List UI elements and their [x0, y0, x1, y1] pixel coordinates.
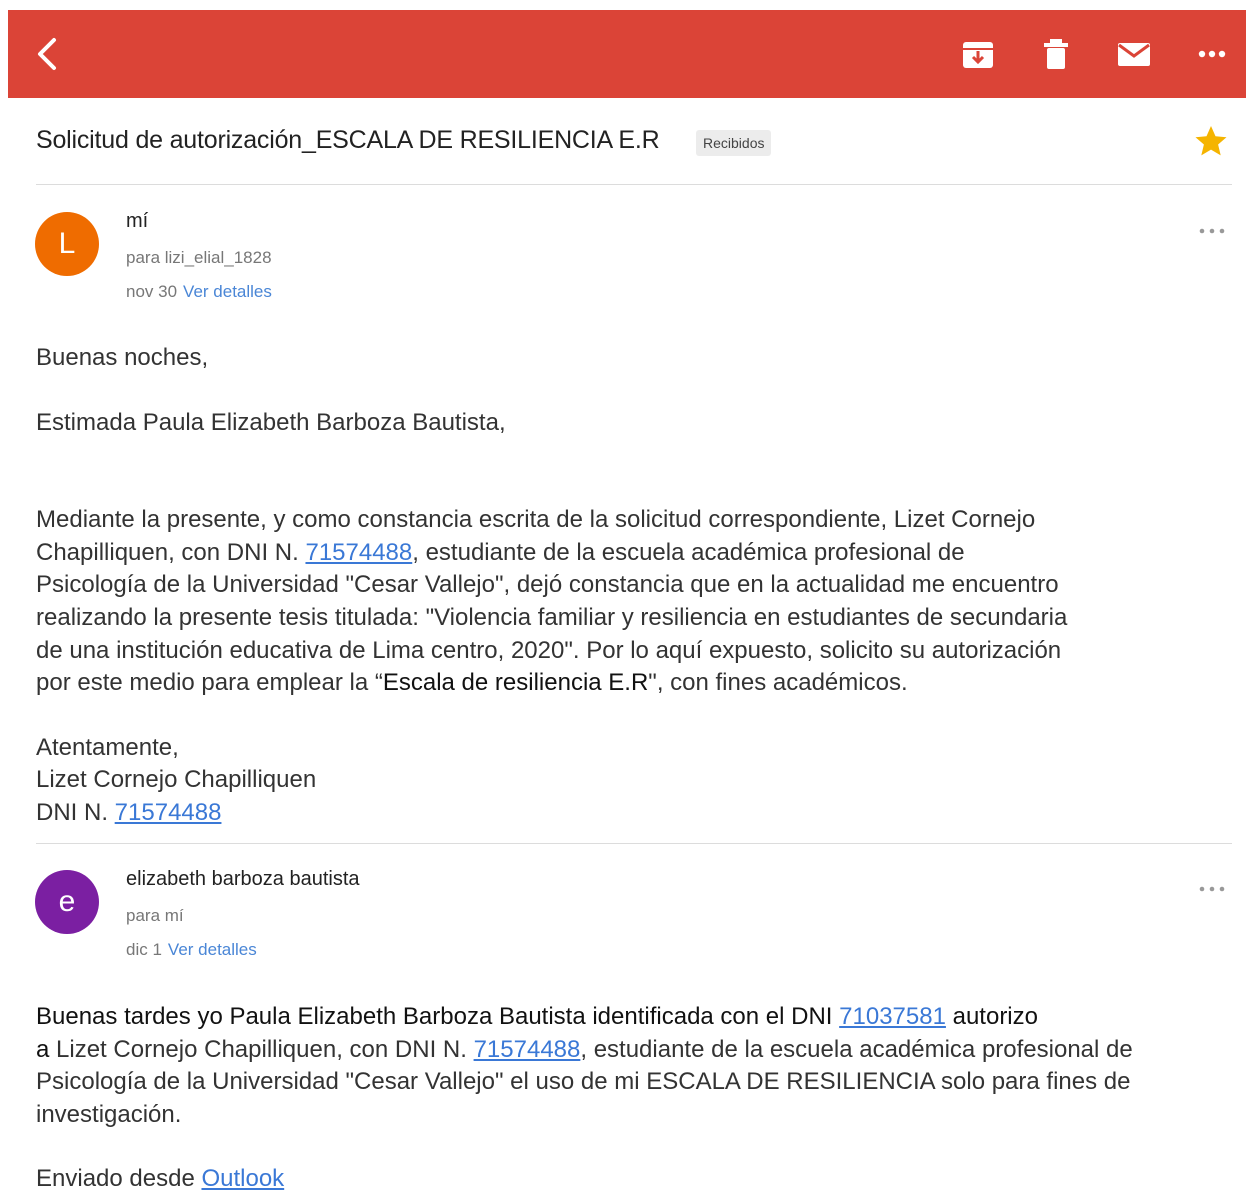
- back-arrow-icon[interactable]: [32, 36, 62, 72]
- more-horizontal-icon[interactable]: [1194, 36, 1230, 72]
- dni-phone-link[interactable]: 71037581: [839, 1003, 946, 1030]
- paragraph-line: realizando la presente tesis titulada: "…: [36, 603, 1068, 631]
- message-body: Buenas tardes yo Paula Elizabeth Barboza…: [36, 1001, 1133, 1196]
- avatar: e: [35, 870, 99, 934]
- recipient-line: para mí: [126, 906, 184, 925]
- avatar: L: [35, 212, 99, 276]
- mail-icon[interactable]: [1116, 36, 1152, 72]
- view-details-link[interactable]: Ver detalles: [168, 940, 257, 959]
- message-date-row: dic 1 Ver detalles: [126, 940, 257, 960]
- greeting: Buenas noches,: [36, 344, 209, 371]
- paragraph-line: por este medio para emplear la “Escala d…: [36, 669, 908, 697]
- sender-name: mí: [126, 210, 149, 232]
- trash-icon[interactable]: [1038, 36, 1074, 72]
- message-body: Buenas noches, Estimada Paula Elizabeth …: [36, 342, 1067, 830]
- email-subject: Solicitud de autorización_ESCALA DE RESI…: [36, 126, 660, 154]
- paragraph-line: Chapilliquen, con DNI N. 71574488, estud…: [36, 538, 965, 566]
- paragraph-line: Mediante la presente, y como constancia …: [36, 506, 1036, 534]
- paragraph-line: investigación.: [36, 1100, 182, 1128]
- divider: [36, 184, 1232, 185]
- subject-row: Solicitud de autorización_ESCALA DE RESI…: [36, 122, 1232, 166]
- signature-dni: DNI N. 71574488: [36, 798, 222, 826]
- sent-from-line: Enviado desde Outlook: [36, 1165, 285, 1193]
- paragraph-line: Buenas tardes yo Paula Elizabeth Barboza…: [36, 1003, 1038, 1030]
- paragraph-line: de una institución educativa de Lima cen…: [36, 636, 1062, 664]
- star-icon[interactable]: [1194, 124, 1228, 158]
- signature-name: Lizet Cornejo Chapilliquen: [36, 766, 317, 794]
- message-more-icon[interactable]: [1197, 882, 1227, 896]
- paragraph-line: a Lizet Cornejo Chapilliquen, con DNI N.…: [36, 1035, 1133, 1063]
- outlook-link[interactable]: Outlook: [201, 1165, 284, 1192]
- label-chip-inbox[interactable]: Recibidos: [696, 130, 772, 156]
- view-details-link[interactable]: Ver detalles: [183, 282, 272, 301]
- sender-name: elizabeth barboza bautista: [126, 868, 360, 890]
- message-date-row: nov 30 Ver detalles: [126, 282, 272, 302]
- dni-phone-link[interactable]: 71574488: [115, 799, 222, 826]
- dni-phone-link[interactable]: 71574488: [305, 539, 412, 566]
- message-more-icon[interactable]: [1197, 224, 1227, 238]
- dni-phone-link[interactable]: 71574488: [474, 1036, 581, 1063]
- salutation: Estimada Paula Elizabeth Barboza Bautist…: [36, 408, 506, 436]
- message-date: dic 1: [126, 940, 162, 959]
- archive-icon[interactable]: [960, 36, 996, 72]
- closing: Atentamente,: [36, 733, 179, 761]
- divider: [36, 843, 1232, 844]
- paragraph-line: Psicología de la Universidad "Cesar Vall…: [36, 571, 1059, 599]
- app-bar: [8, 10, 1246, 98]
- message-date: nov 30: [126, 282, 178, 301]
- recipient-line: para lizi_elial_1828: [126, 248, 272, 267]
- paragraph-line: Psicología de la Universidad "Cesar Vall…: [36, 1068, 1131, 1096]
